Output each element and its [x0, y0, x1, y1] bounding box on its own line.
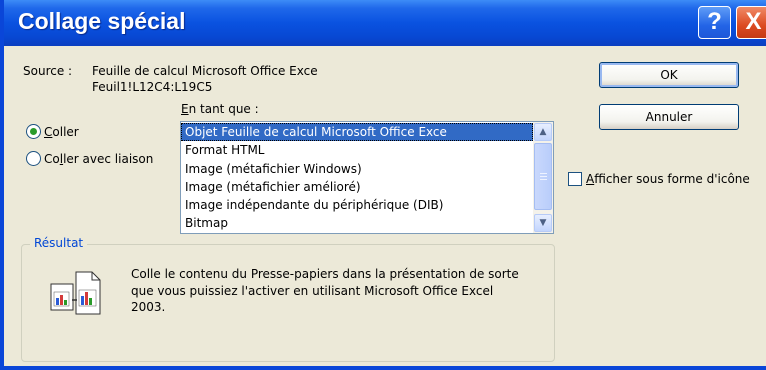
- display-as-icon-label: Afficher sous forme d'icône: [586, 172, 750, 186]
- result-description: Colle le contenu du Presse-papiers dans …: [131, 267, 519, 314]
- title-bar[interactable]: Collage spécial ? X: [4, 0, 766, 46]
- paste-as-label-rest: n tant que :: [188, 102, 259, 116]
- radio-paste-link-circle[interactable]: [26, 151, 41, 166]
- radio-paste-link-label: Coller avec liaison: [44, 151, 154, 166]
- ok-button[interactable]: OK: [599, 62, 739, 88]
- paste-as-option[interactable]: Objet Feuille de calcul Microsoft Office…: [181, 123, 533, 142]
- source-name: Feuille de calcul Microsoft Office Exce: [92, 64, 318, 78]
- radio-paste-circle[interactable]: [26, 124, 41, 139]
- paste-as-label: En tant que :: [181, 102, 259, 116]
- paste-as-option[interactable]: Image (métafichier Windows): [181, 160, 533, 178]
- paste-as-option[interactable]: Bitmap: [181, 214, 533, 232]
- paste-as-option[interactable]: Image (métafichier amélioré): [181, 178, 533, 196]
- paste-as-option[interactable]: Format HTML: [181, 141, 533, 159]
- source-range: Feuil1!L12C4:L19C5: [92, 80, 213, 94]
- scroll-down-arrow-icon[interactable]: ▼: [534, 214, 552, 232]
- help-button[interactable]: ?: [698, 6, 731, 39]
- excel-chart-documents-icon: [50, 271, 101, 315]
- radio-paste-link[interactable]: Coller avec liaison: [26, 151, 153, 166]
- cancel-button[interactable]: Annuler: [599, 104, 739, 130]
- paste-as-option[interactable]: Image indépendante du périphérique (DIB): [181, 196, 533, 214]
- paste-as-listbox[interactable]: Objet Feuille de calcul Microsoft Office…: [180, 121, 554, 234]
- scroll-up-arrow-icon[interactable]: ▲: [534, 123, 552, 141]
- scroll-thumb[interactable]: [534, 143, 552, 210]
- listbox-scrollbar[interactable]: ▲ ▼: [533, 122, 553, 233]
- radio-paste-label: Coller: [44, 124, 79, 139]
- source-label: Source :: [23, 64, 73, 78]
- dialog-title: Collage spécial: [18, 8, 186, 34]
- result-legend: Résultat: [30, 236, 88, 250]
- close-button[interactable]: X: [736, 6, 766, 39]
- display-as-icon-option[interactable]: Afficher sous forme d'icône: [568, 172, 750, 186]
- paste-as-list: Objet Feuille de calcul Microsoft Office…: [181, 123, 533, 233]
- display-as-icon-checkbox[interactable]: [568, 172, 582, 186]
- radio-paste[interactable]: Coller: [26, 124, 79, 139]
- radio-paste-dot: [30, 128, 37, 135]
- paste-special-dialog: Collage spécial ? X Source : Feuille de …: [0, 0, 766, 370]
